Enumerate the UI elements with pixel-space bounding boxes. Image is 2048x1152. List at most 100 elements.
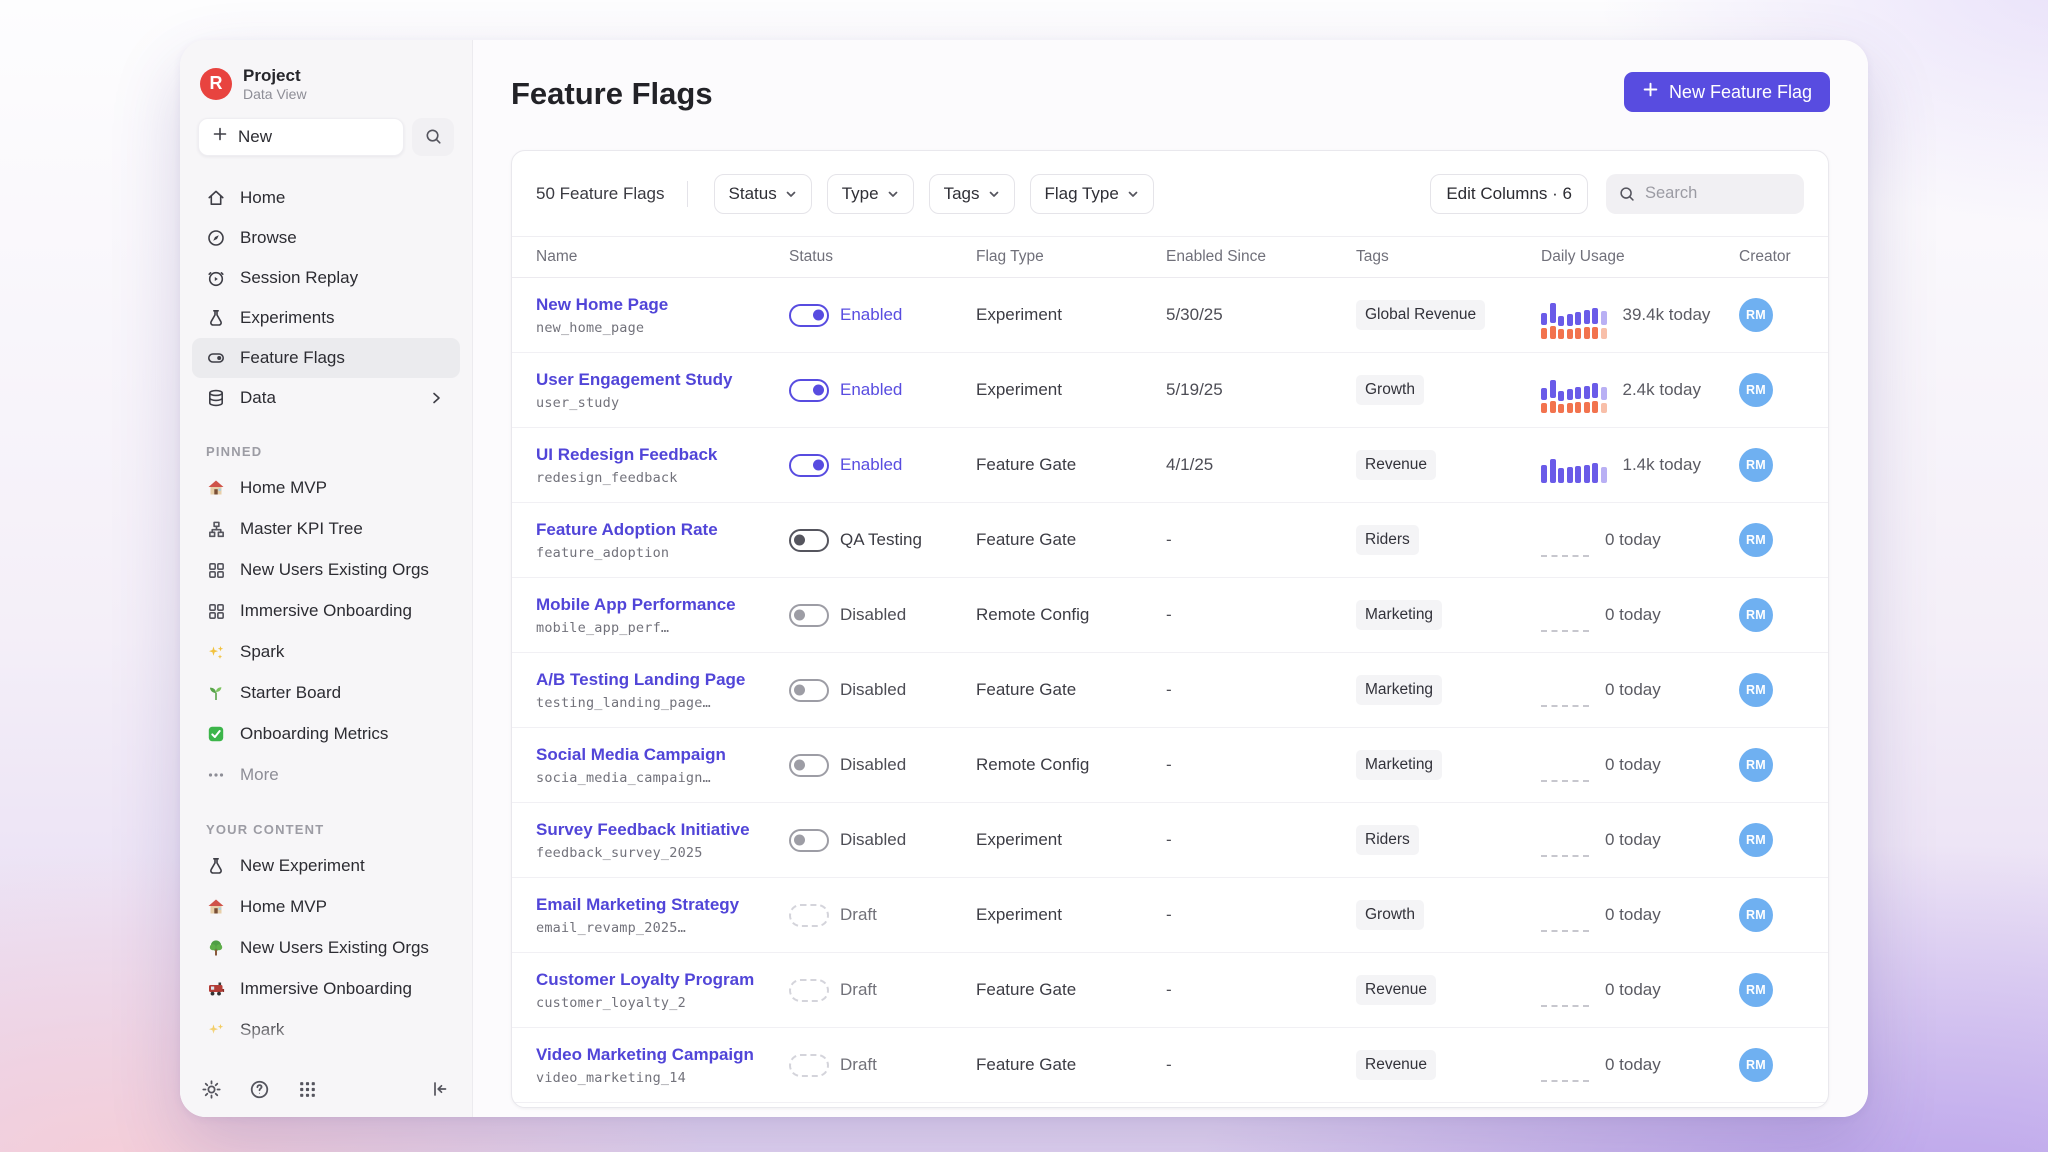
tag-chip[interactable]: Riders — [1356, 825, 1419, 855]
flag-name-link[interactable]: Video Marketing Campaign — [536, 1045, 765, 1065]
sidebar-item-feature-flags[interactable]: Feature Flags — [192, 338, 460, 378]
tag-chip[interactable]: Revenue — [1356, 450, 1436, 480]
sidebar-item-data[interactable]: Data — [192, 378, 460, 418]
flag-name-link[interactable]: A/B Testing Landing Page — [536, 670, 765, 690]
flag-name-link[interactable]: Survey Feedback Initiative — [536, 820, 765, 840]
creator-avatar[interactable]: RM — [1739, 748, 1773, 782]
creator-avatar[interactable]: RM — [1739, 823, 1773, 857]
table-row[interactable]: Email Marketing Strategy email_revamp_20… — [512, 878, 1828, 953]
pinned-item-home-mvp[interactable]: Home MVP — [192, 468, 460, 509]
table-row[interactable]: User Engagement Study user_study Enabled… — [512, 353, 1828, 428]
table-body: New Home Page new_home_page Enabled Expe… — [512, 278, 1828, 1107]
status-toggle[interactable] — [789, 454, 829, 477]
content-item-new-users-existing-orgs[interactable]: New Users Existing Orgs — [192, 928, 460, 969]
creator-avatar[interactable]: RM — [1739, 523, 1773, 557]
table-row[interactable]: Video Marketing Campaign video_marketing… — [512, 1028, 1828, 1103]
status-toggle[interactable] — [789, 1054, 829, 1077]
search-box[interactable] — [1606, 174, 1804, 214]
column-header-enabled-since[interactable]: Enabled Since — [1142, 248, 1332, 266]
table-row[interactable]: Social Media Campaign socia_media_campai… — [512, 728, 1828, 803]
pinned-item-starter-board[interactable]: Starter Board — [192, 673, 460, 714]
status-toggle[interactable] — [789, 904, 829, 927]
status-toggle[interactable] — [789, 679, 829, 702]
content-item-new-experiment[interactable]: New Experiment — [192, 846, 460, 887]
status-toggle[interactable] — [789, 304, 829, 327]
tag-chip[interactable]: Growth — [1356, 375, 1424, 405]
tag-chip[interactable]: Marketing — [1356, 675, 1442, 705]
search-input[interactable] — [1645, 184, 1785, 203]
table-row[interactable]: Survey Feedback Initiative feedback_surv… — [512, 803, 1828, 878]
tag-chip[interactable]: Revenue — [1356, 1050, 1436, 1080]
sidebar-item-home[interactable]: Home — [192, 178, 460, 218]
tag-chip[interactable]: Revenue — [1356, 975, 1436, 1005]
sidebar-search-button[interactable] — [412, 118, 454, 156]
tags-filter[interactable]: Tags — [929, 174, 1015, 214]
gear-icon[interactable] — [200, 1078, 222, 1100]
column-header-tags[interactable]: Tags — [1332, 248, 1517, 266]
creator-avatar[interactable]: RM — [1739, 373, 1773, 407]
table-row[interactable]: New Home Page new_home_page Enabled Expe… — [512, 278, 1828, 353]
column-header-daily-usage[interactable]: Daily Usage — [1517, 248, 1715, 266]
tag-chip[interactable]: Riders — [1356, 525, 1419, 555]
collapse-sidebar-icon[interactable] — [429, 1078, 451, 1100]
sidebar-item-experiments[interactable]: Experiments — [192, 298, 460, 338]
flag-name-link[interactable]: UI Redesign Feedback — [536, 445, 765, 465]
creator-avatar[interactable]: RM — [1739, 1048, 1773, 1082]
creator-avatar[interactable]: RM — [1739, 598, 1773, 632]
flag-type-filter[interactable]: Flag Type — [1030, 174, 1154, 214]
creator-avatar[interactable]: RM — [1739, 898, 1773, 932]
pinned-more-button[interactable]: More — [192, 755, 460, 796]
sidebar-item-browse[interactable]: Browse — [192, 218, 460, 258]
creator-avatar[interactable]: RM — [1739, 973, 1773, 1007]
column-header-flag-type[interactable]: Flag Type — [952, 248, 1142, 266]
pinned-item-new-users-existing-orgs[interactable]: New Users Existing Orgs — [192, 550, 460, 591]
column-header-creator[interactable]: Creator — [1715, 248, 1829, 266]
table-row[interactable]: Mobile App Performance mobile_app_perf… … — [512, 578, 1828, 653]
content-item-home-mvp[interactable]: Home MVP — [192, 887, 460, 928]
status-toggle[interactable] — [789, 604, 829, 627]
tag-chip[interactable]: Global Revenue — [1356, 300, 1485, 330]
edit-columns-button[interactable]: Edit Columns · 6 — [1430, 174, 1588, 214]
new-button[interactable]: New — [198, 118, 404, 156]
status-toggle[interactable] — [789, 754, 829, 777]
column-header-status[interactable]: Status — [765, 248, 952, 266]
content-item-label: Home MVP — [240, 897, 327, 917]
table-row[interactable]: Feature Adoption Rate feature_adoption Q… — [512, 503, 1828, 578]
flag-name-link[interactable]: Feature Adoption Rate — [536, 520, 765, 540]
table-row[interactable]: Customer Loyalty Program customer_loyalt… — [512, 953, 1828, 1028]
new-feature-flag-button[interactable]: New Feature Flag — [1624, 72, 1830, 112]
table-row[interactable]: UI Redesign Feedback redesign_feedback E… — [512, 428, 1828, 503]
status-label: Enabled — [840, 455, 902, 475]
flag-name-link[interactable]: New Home Page — [536, 295, 765, 315]
status-toggle[interactable] — [789, 379, 829, 402]
status-toggle[interactable] — [789, 979, 829, 1002]
creator-avatar[interactable]: RM — [1739, 298, 1773, 332]
status-toggle[interactable] — [789, 829, 829, 852]
pinned-item-master-kpi-tree[interactable]: Master KPI Tree — [192, 509, 460, 550]
status-filter[interactable]: Status — [714, 174, 812, 214]
flag-name-link[interactable]: Email Marketing Strategy — [536, 895, 765, 915]
tag-chip[interactable]: Marketing — [1356, 600, 1442, 630]
tag-chip[interactable]: Marketing — [1356, 750, 1442, 780]
help-icon[interactable] — [248, 1078, 270, 1100]
pinned-item-spark[interactable]: Spark — [192, 632, 460, 673]
flag-name-link[interactable]: User Engagement Study — [536, 370, 765, 390]
type-filter[interactable]: Type — [827, 174, 914, 214]
apps-grid-icon[interactable] — [296, 1078, 318, 1100]
table-row[interactable]: A/B Testing Landing Page testing_landing… — [512, 653, 1828, 728]
status-toggle[interactable] — [789, 529, 829, 552]
pinned-item-immersive-onboarding[interactable]: Immersive Onboarding — [192, 591, 460, 632]
flag-name-link[interactable]: Mobile App Performance — [536, 595, 765, 615]
tag-chip[interactable]: Growth — [1356, 900, 1424, 930]
sidebar-item-session-replay[interactable]: Session Replay — [192, 258, 460, 298]
flag-name-link[interactable]: Social Media Campaign — [536, 745, 765, 765]
creator-avatar[interactable]: RM — [1739, 673, 1773, 707]
content-item-immersive-onboarding[interactable]: Immersive Onboarding — [192, 969, 460, 1010]
content-item-label: New Users Existing Orgs — [240, 938, 429, 958]
content-item-spark[interactable]: Spark — [192, 1010, 460, 1051]
pinned-item-onboarding-metrics[interactable]: Onboarding Metrics — [192, 714, 460, 755]
creator-avatar[interactable]: RM — [1739, 448, 1773, 482]
column-header-name[interactable]: Name — [512, 248, 765, 266]
flag-name-link[interactable]: Customer Loyalty Program — [536, 970, 765, 990]
project-switcher[interactable]: R Project Data View — [200, 66, 452, 102]
